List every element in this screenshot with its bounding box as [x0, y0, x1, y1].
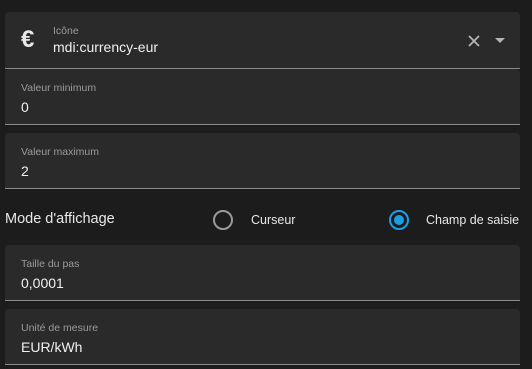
- radio-input-box[interactable]: [389, 210, 409, 230]
- entity-settings-form: € Icône mdi:currency-eur Valeur minimum …: [0, 0, 532, 369]
- chevron-down-icon[interactable]: [494, 37, 506, 45]
- radio-slider-label[interactable]: Curseur: [251, 213, 295, 227]
- radio-input-box-label[interactable]: Champ de saisie: [426, 213, 519, 227]
- display-mode-group: Mode d'affichage Curseur Champ de saisie: [0, 200, 532, 240]
- min-value-label: Valeur minimum: [21, 82, 97, 94]
- min-value-input[interactable]: 0: [21, 99, 29, 115]
- step-size-input[interactable]: 0,0001: [21, 275, 64, 291]
- max-value-field[interactable]: Valeur maximum 2: [5, 133, 520, 189]
- unit-field[interactable]: Unité de mesure EUR/kWh: [5, 309, 520, 365]
- currency-eur-icon: €: [21, 26, 35, 53]
- clear-icon[interactable]: [467, 34, 481, 48]
- max-value-input[interactable]: 2: [21, 163, 29, 179]
- unit-label: Unité de mesure: [21, 322, 99, 334]
- icon-picker-field[interactable]: € Icône mdi:currency-eur: [5, 12, 520, 69]
- max-value-label: Valeur maximum: [21, 146, 99, 158]
- unit-input[interactable]: EUR/kWh: [21, 339, 82, 355]
- icon-field-label: Icône: [53, 25, 79, 37]
- min-value-field[interactable]: Valeur minimum 0: [5, 69, 520, 125]
- radio-slider[interactable]: [213, 210, 233, 230]
- step-size-field[interactable]: Taille du pas 0,0001: [5, 245, 520, 301]
- radio-selected-dot: [394, 215, 404, 225]
- step-size-label: Taille du pas: [21, 258, 80, 270]
- display-mode-title: Mode d'affichage: [5, 211, 115, 227]
- icon-field-value[interactable]: mdi:currency-eur: [53, 39, 158, 55]
